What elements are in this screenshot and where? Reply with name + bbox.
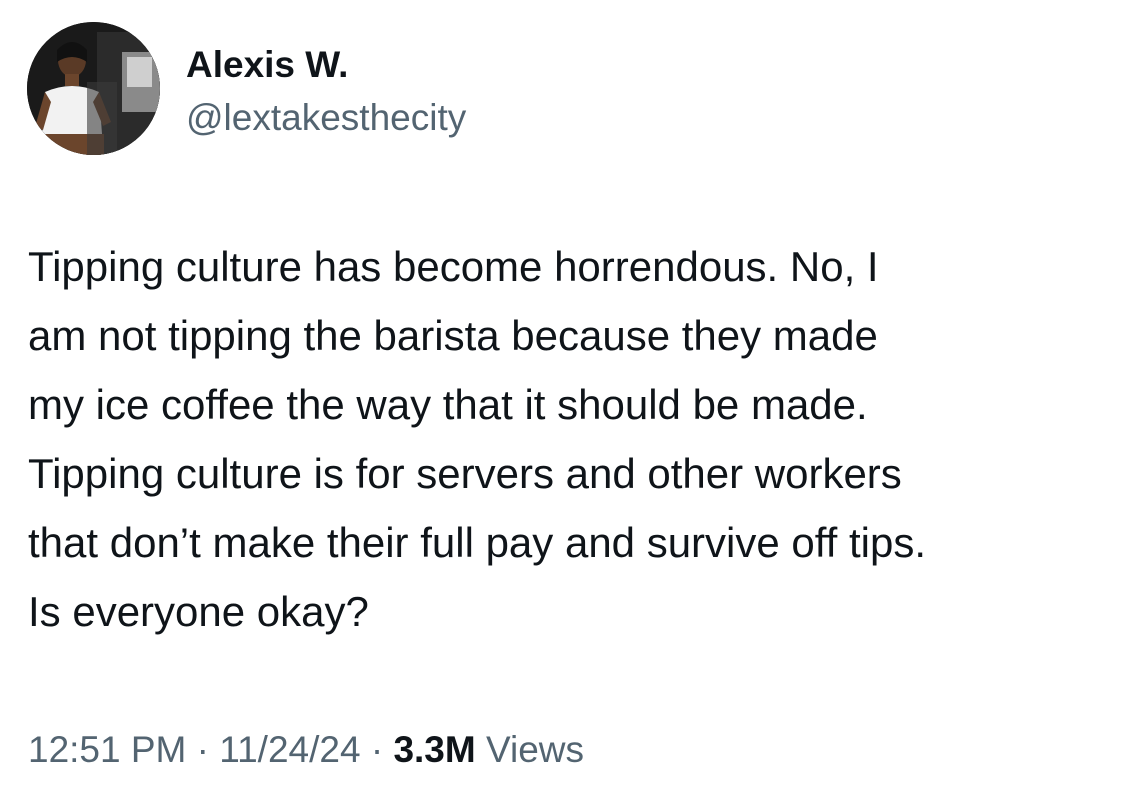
profile-photo-icon: [27, 22, 160, 155]
meta-separator: ·: [360, 729, 394, 770]
tweet-metadata: 12:51 PM · 11/24/24 · 3.3M Views: [28, 724, 584, 776]
user-handle[interactable]: @lextakesthecity: [186, 95, 466, 141]
tweet-time[interactable]: 12:51 PM: [28, 729, 186, 770]
tweet-text-line: Tipping culture is for servers and other…: [28, 450, 902, 497]
tweet-text-line: Tipping culture has become horrendous. N…: [28, 243, 879, 290]
meta-separator: ·: [186, 729, 220, 770]
avatar[interactable]: [27, 22, 160, 155]
display-name[interactable]: Alexis W.: [186, 42, 348, 88]
tweet-text-line: my ice coffee the way that it should be …: [28, 381, 868, 428]
tweet-card: Alexis W. @lextakesthecity Tipping cultu…: [0, 0, 1147, 803]
views-label: Views: [485, 729, 585, 770]
tweet-text-line: am not tipping the barista because they …: [28, 312, 878, 359]
views-count: 3.3M: [393, 729, 476, 770]
tweet-text-line: that don’t make their full pay and survi…: [28, 519, 927, 566]
tweet-text-line: Is everyone okay?: [28, 588, 369, 635]
tweet-text: Tipping culture has become horrendous. N…: [28, 232, 1128, 646]
tweet-date[interactable]: 11/24/24: [219, 729, 360, 770]
